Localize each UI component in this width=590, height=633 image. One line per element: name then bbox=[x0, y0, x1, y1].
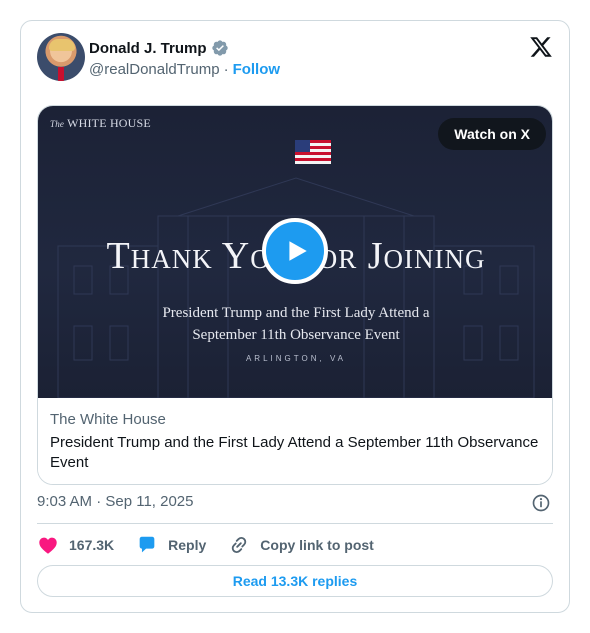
watch-on-x-button[interactable]: Watch on X bbox=[438, 118, 546, 150]
link-domain: The White House bbox=[50, 411, 166, 428]
avatar-hair bbox=[49, 39, 75, 51]
avatar-tie bbox=[58, 67, 64, 81]
x-logo-icon[interactable] bbox=[529, 35, 553, 59]
video-subtitle: President Trump and the First Lady Atten… bbox=[38, 302, 552, 346]
follow-button[interactable]: Follow bbox=[233, 61, 281, 78]
play-icon bbox=[289, 241, 307, 261]
read-replies-button[interactable]: Read 13.3K replies bbox=[37, 565, 553, 597]
video-location: ARLINGTON, VA bbox=[245, 354, 347, 363]
play-button[interactable] bbox=[262, 218, 328, 284]
like-count: 167.3K bbox=[69, 537, 115, 553]
like-button[interactable]: 167.3K bbox=[37, 534, 114, 556]
timestamp-row: 9:03 AM · Sep 11, 2025 bbox=[37, 493, 553, 513]
info-icon[interactable] bbox=[531, 493, 551, 513]
verified-badge-icon bbox=[211, 40, 228, 56]
author-handle[interactable]: @realDonaldTrump bbox=[89, 61, 220, 78]
post-timestamp[interactable]: 9:03 AM · Sep 11, 2025 bbox=[37, 493, 194, 510]
white-house-logo: The WHITE HOUSE bbox=[50, 116, 151, 131]
author-name[interactable]: Donald J. Trump bbox=[89, 40, 207, 57]
author-handle-row: @realDonaldTrump · Follow bbox=[89, 61, 280, 78]
link-icon bbox=[232, 536, 247, 554]
video-subtitle-line-2: September 11th Observance Event bbox=[192, 327, 400, 343]
reply-button[interactable]: Reply bbox=[136, 534, 206, 556]
link-preview[interactable]: The White House President Trump and the … bbox=[38, 398, 552, 484]
embedded-post-card: Donald J. Trump @realDonaldTrump · Follow bbox=[20, 20, 570, 613]
avatar[interactable] bbox=[37, 33, 85, 81]
video-subtitle-line-1: President Trump and the First Lady Atten… bbox=[162, 305, 430, 321]
separator-dot: · bbox=[223, 61, 229, 78]
action-bar: 167.3K Reply Copy link to post bbox=[37, 533, 553, 557]
media-container[interactable]: The WHITE HOUSE Watch on X Thank You for… bbox=[37, 105, 553, 485]
heart-icon bbox=[39, 537, 57, 554]
link-title: President Trump and the First Lady Atten… bbox=[50, 434, 539, 471]
author-name-row: Donald J. Trump bbox=[89, 39, 229, 57]
divider bbox=[37, 523, 553, 524]
copy-link-button[interactable]: Copy link to post bbox=[228, 534, 374, 556]
reply-bubble-icon bbox=[139, 536, 155, 553]
brand-prefix: The bbox=[50, 119, 65, 129]
reply-label: Reply bbox=[168, 537, 207, 553]
us-flag-icon bbox=[295, 140, 331, 164]
post-header: Donald J. Trump @realDonaldTrump · Follow bbox=[37, 33, 553, 83]
copy-link-label: Copy link to post bbox=[260, 537, 374, 553]
brand-name: WHITE HOUSE bbox=[67, 116, 151, 130]
video-thumbnail[interactable]: The WHITE HOUSE Watch on X Thank You for… bbox=[38, 106, 552, 398]
